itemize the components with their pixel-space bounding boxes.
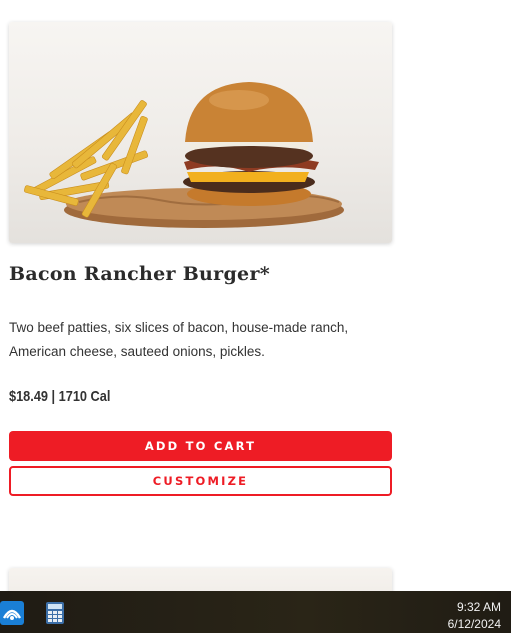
menu-page: Bacon Rancher Burger* Two beef patties, … (0, 0, 511, 591)
taskbar (0, 591, 511, 633)
burger-image[interactable] (9, 22, 392, 243)
taskbar-clock[interactable]: 9:32 AM 6/12/2024 (448, 599, 501, 633)
calculator-icon[interactable] (44, 601, 68, 625)
burger-photo (24, 82, 344, 228)
item-title: Bacon Rancher Burger* (9, 263, 270, 285)
next-item-image[interactable] (9, 568, 392, 591)
clock-date: 6/12/2024 (447, 617, 501, 631)
customize-button[interactable]: CUSTOMIZE (9, 466, 392, 496)
item-description: Two beef patties, six slices of bacon, h… (9, 320, 349, 359)
clock-time: 9:32 AM (456, 600, 501, 614)
price-calories: $18.49 | 1710 Cal (9, 388, 111, 405)
add-to-cart-button[interactable]: ADD TO CART (9, 431, 392, 461)
app-start-icon[interactable] (0, 601, 24, 625)
